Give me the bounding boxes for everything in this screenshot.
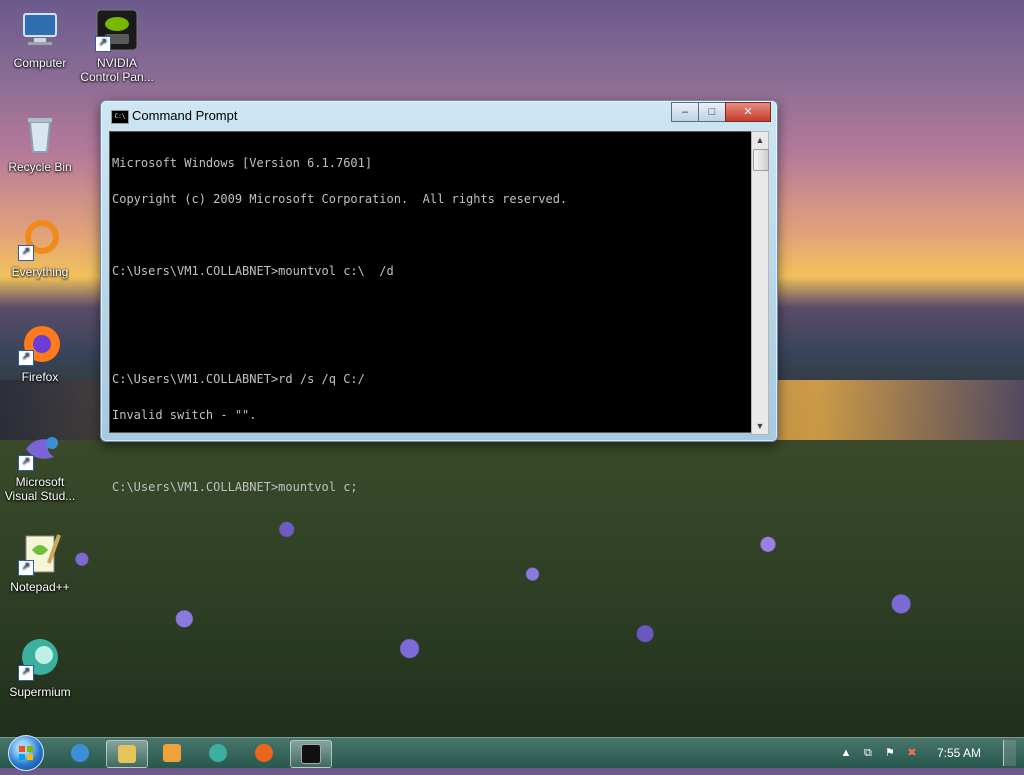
notepadpp-icon: ↗ bbox=[18, 532, 62, 576]
shortcut-arrow-icon: ↗ bbox=[18, 560, 34, 576]
console-line: C:\Users\VM1.COLLABNET>mountvol c; bbox=[112, 480, 358, 494]
show-desktop-button[interactable] bbox=[1003, 740, 1016, 766]
taskbar-item-internet-explorer[interactable] bbox=[60, 740, 100, 766]
console-output[interactable]: Microsoft Windows [Version 6.1.7601] Cop… bbox=[109, 131, 752, 493]
cmd-icon bbox=[301, 744, 321, 764]
desktop-icon-label: Microsoft Visual Stud... bbox=[4, 475, 76, 503]
desktop-icon-label: Computer bbox=[13, 56, 67, 70]
desktop-icon-label: Firefox bbox=[21, 370, 59, 384]
desktop-icon-label: NVIDIA Control Pan... bbox=[80, 56, 154, 84]
taskbar: ▲ ⧉ ⚑ ✖ 7:55 AM bbox=[0, 735, 1024, 771]
desktop-icon-label: Recycle Bin bbox=[8, 160, 72, 174]
folder-icon bbox=[118, 745, 136, 763]
supermium-icon: ↗ bbox=[18, 637, 62, 681]
volume-muted-icon[interactable]: ✖ bbox=[905, 746, 919, 760]
shortcut-arrow-icon: ↗ bbox=[18, 665, 34, 681]
everything-icon: ↗ bbox=[18, 217, 62, 261]
visual-studio-icon: ↗ bbox=[18, 427, 62, 471]
taskbar-item-supermium[interactable] bbox=[198, 740, 238, 766]
window-controls: – □ ✕ bbox=[671, 102, 771, 122]
console-line: Copyright (c) 2009 Microsoft Corporation… bbox=[112, 192, 568, 206]
action-center-flag-icon[interactable]: ⚑ bbox=[883, 746, 897, 760]
shortcut-arrow-icon: ↗ bbox=[18, 350, 34, 366]
nvidia-icon: ↗ bbox=[95, 8, 139, 52]
clock[interactable]: 7:55 AM bbox=[937, 746, 981, 760]
media-player-icon bbox=[163, 744, 181, 762]
maximize-button[interactable]: □ bbox=[698, 102, 726, 122]
system-tray: ▲ ⧉ ⚑ ✖ 7:55 AM bbox=[839, 738, 1016, 768]
scroll-down-arrow-icon[interactable]: ▼ bbox=[752, 418, 768, 434]
cmd-icon: C:\ bbox=[111, 110, 129, 124]
taskbar-item-media-player[interactable] bbox=[152, 740, 192, 766]
close-button[interactable]: ✕ bbox=[725, 102, 771, 122]
desktop-icon-recycle-bin[interactable]: Recycle Bin bbox=[0, 112, 80, 174]
console-line: Microsoft Windows [Version 6.1.7601] bbox=[112, 156, 373, 170]
desktop-icon-notepadpp[interactable]: ↗ Notepad++ bbox=[0, 532, 80, 594]
desktop-icon-firefox[interactable]: ↗ Firefox bbox=[0, 322, 80, 384]
windows-logo-icon bbox=[19, 746, 33, 760]
console-line: Invalid switch - "". bbox=[112, 408, 257, 422]
scroll-up-arrow-icon[interactable]: ▲ bbox=[752, 132, 768, 148]
recycle-bin-icon bbox=[18, 112, 62, 156]
desktop-icon-label: Everything bbox=[11, 265, 69, 279]
window-titlebar[interactable]: C:\ Command Prompt – □ ✕ bbox=[101, 101, 777, 129]
network-icon[interactable]: ⧉ bbox=[861, 746, 875, 760]
firefox-icon bbox=[255, 744, 273, 762]
ie-icon bbox=[71, 744, 89, 762]
vertical-scrollbar[interactable]: ▲ ▼ bbox=[751, 131, 769, 435]
window-title: Command Prompt bbox=[132, 108, 238, 123]
desktop-icon-supermium[interactable]: ↗ Supermium bbox=[0, 637, 80, 699]
computer-icon bbox=[18, 8, 62, 52]
desktop-icon-everything[interactable]: ↗ Everything bbox=[0, 217, 80, 279]
shortcut-arrow-icon: ↗ bbox=[18, 245, 34, 261]
scroll-thumb[interactable] bbox=[753, 149, 769, 171]
console-line: C:\Users\VM1.COLLABNET>mountvol c:\ /d bbox=[112, 264, 394, 278]
desktop-icon-computer[interactable]: Computer bbox=[0, 8, 80, 70]
command-prompt-window[interactable]: C:\ Command Prompt – □ ✕ Microsoft Windo… bbox=[100, 100, 778, 493]
desktop-icon-nvidia[interactable]: ↗ NVIDIA Control Pan... bbox=[77, 8, 157, 84]
minimize-button[interactable]: – bbox=[671, 102, 699, 122]
show-hidden-icons-icon[interactable]: ▲ bbox=[839, 746, 853, 760]
desktop-icon-label: Notepad++ bbox=[10, 580, 70, 594]
supermium-icon bbox=[209, 744, 227, 762]
taskbar-item-explorer[interactable] bbox=[106, 740, 148, 768]
console-line: C:\Users\VM1.COLLABNET>rd /s /q C:/ bbox=[112, 372, 365, 386]
desktop-icon-visual-studio[interactable]: ↗ Microsoft Visual Stud... bbox=[0, 427, 80, 503]
shortcut-arrow-icon: ↗ bbox=[95, 36, 111, 52]
desktop-icon-label: Supermium bbox=[9, 685, 71, 699]
shortcut-arrow-icon: ↗ bbox=[18, 455, 34, 471]
start-button[interactable] bbox=[8, 735, 44, 771]
taskbar-item-firefox[interactable] bbox=[244, 740, 284, 766]
firefox-icon: ↗ bbox=[18, 322, 62, 366]
taskbar-item-command-prompt[interactable] bbox=[290, 740, 332, 768]
